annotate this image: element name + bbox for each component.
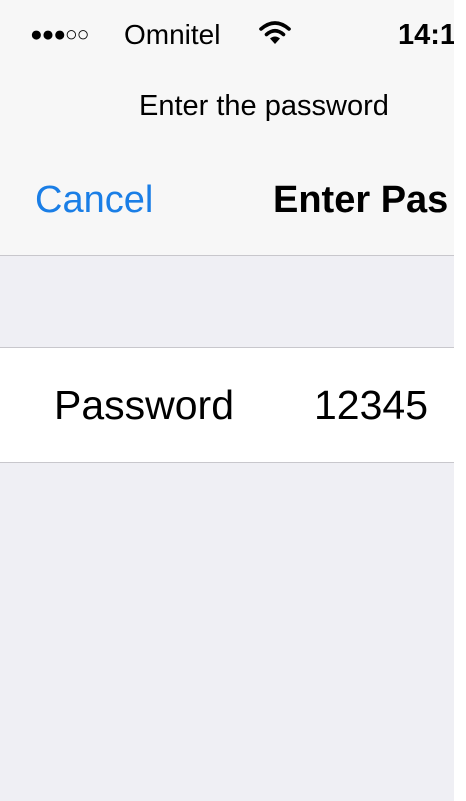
signal-strength-icon: ●●●○○ <box>30 23 89 46</box>
wifi-icon <box>258 18 292 48</box>
top-area: ●●●○○ Omnitel 14:1 Enter the password Ca… <box>0 0 454 256</box>
status-bar: ●●●○○ Omnitel 14:1 <box>0 0 454 72</box>
carrier-name: Omnitel <box>124 19 221 50</box>
screen: ●●●○○ Omnitel 14:1 Enter the password Ca… <box>0 0 466 801</box>
password-label: Password <box>54 382 235 428</box>
content-clip: ●●●○○ Omnitel 14:1 Enter the password Ca… <box>0 0 454 801</box>
cancel-button[interactable]: Cancel <box>35 176 153 224</box>
nav-bar: Cancel Enter Pas <box>0 160 454 240</box>
password-field[interactable] <box>314 380 454 430</box>
edge-strip <box>454 0 466 801</box>
password-cell: Password <box>0 347 454 463</box>
password-prompt: Enter the password <box>139 90 389 122</box>
clock: 14:1 <box>398 19 454 51</box>
nav-title: Enter Pas <box>273 179 449 221</box>
